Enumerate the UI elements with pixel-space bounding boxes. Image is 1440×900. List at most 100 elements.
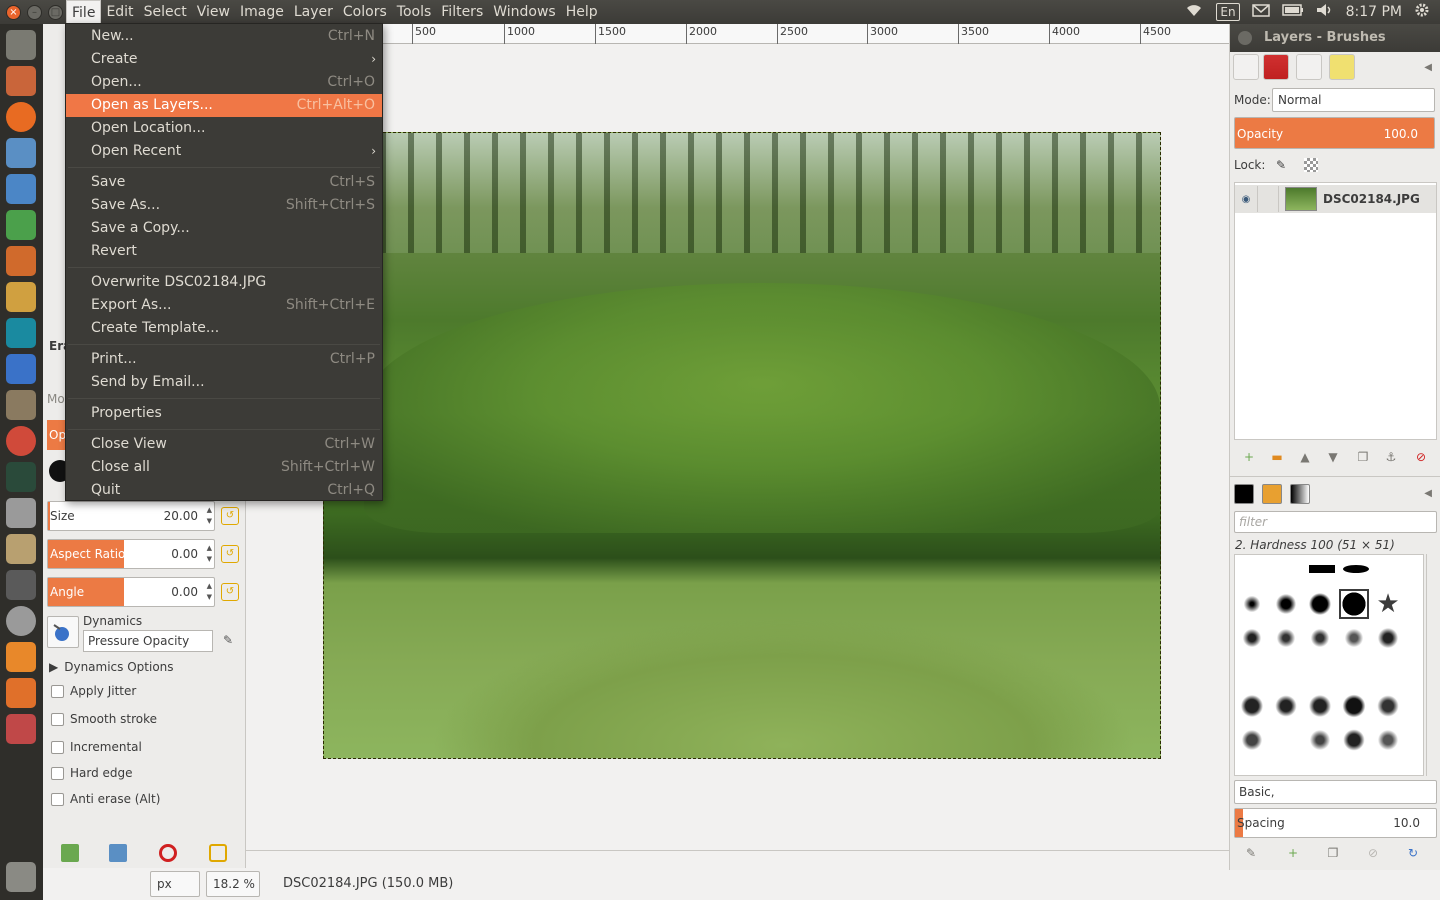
angle-spinner[interactable]: Angle 0.00 ▲ ▼ [47,577,215,607]
size-spinner[interactable]: Size 20.00 ▲ ▼ [47,501,215,531]
menu-view[interactable]: View [192,0,235,24]
brush-item[interactable] [1273,591,1299,617]
menu-item-print[interactable]: Print... Ctrl+P [66,348,382,371]
launcher-chat-icon[interactable] [6,138,36,168]
new-layer-icon[interactable]: + [1240,450,1258,468]
new-brush-icon[interactable]: + [1284,846,1302,864]
hard-edge-checkbox[interactable]: Hard edge [51,766,133,780]
menu-item-create[interactable]: Create › [66,48,382,71]
restore-options-icon[interactable] [109,844,127,862]
patterns-tab-icon[interactable] [1262,484,1282,504]
refresh-brushes-icon[interactable]: ↻ [1404,846,1422,864]
photo-garden-image[interactable] [323,132,1161,759]
brush-item[interactable] [1273,625,1299,651]
unit-select[interactable]: px [150,871,200,897]
launcher-draw-icon[interactable] [6,282,36,312]
layers-list[interactable]: ◉ DSC02184.JPG [1234,182,1437,440]
image-canvas-area[interactable]: 500 1000 1500 2000 2500 3000 3500 4000 4… [246,24,1229,860]
menu-image[interactable]: Image [235,0,289,24]
brush-item[interactable] [1307,591,1333,617]
menu-item-open-as-layers[interactable]: Open as Layers... Ctrl+Alt+O [66,94,382,117]
wifi-icon[interactable] [1184,3,1204,21]
brush-item[interactable] [1273,693,1299,719]
brush-item[interactable] [1309,565,1335,573]
volume-icon[interactable] [1316,3,1334,21]
layer-name[interactable]: DSC02184.JPG [1323,192,1420,206]
launcher-chrome-icon[interactable] [6,426,36,456]
new-layer-group-icon[interactable]: ▬ [1268,450,1286,468]
mail-icon[interactable] [1251,3,1270,21]
menu-filters[interactable]: Filters [436,0,488,24]
brush-item[interactable] [1307,727,1333,753]
settings-gear-icon[interactable] [1414,2,1430,22]
launcher-software-center-icon[interactable] [6,678,36,708]
menu-colors[interactable]: Colors [338,0,392,24]
anchor-layer-icon[interactable]: ⚓ [1382,450,1400,468]
window-close-button[interactable]: × [6,4,21,20]
raise-layer-icon[interactable]: ▲ [1296,450,1314,468]
brush-grid-scrollbar[interactable] [1426,554,1436,776]
brush-item[interactable] [1239,693,1265,719]
launcher-settings-icon[interactable] [6,354,36,384]
delete-layer-icon[interactable]: ⊘ [1412,450,1430,468]
brush-item[interactable] [1341,693,1367,719]
mode-select[interactable]: Normal [1272,88,1435,112]
launcher-gimp-icon[interactable] [6,390,36,420]
menu-tools[interactable]: Tools [392,0,437,24]
spacing-spinner[interactable]: Spacing 10.0 [1234,808,1437,838]
brush-grid[interactable]: ★ [1234,554,1424,776]
launcher-calculator-icon[interactable] [6,570,36,600]
star-brush-icon[interactable]: ★ [1375,591,1401,617]
brush-item[interactable] [1375,727,1401,753]
brushes-menu-icon[interactable]: ◀ [1424,488,1432,499]
launcher-firefox-icon[interactable] [6,102,36,132]
launcher-camera-icon[interactable] [6,498,36,528]
zoom-field[interactable]: 18.2 % [206,871,260,897]
angle-reset-button[interactable]: ↺ [221,583,239,601]
menu-item-save-as[interactable]: Save As... Shift+Ctrl+S [66,194,382,217]
checkbox-box[interactable] [51,684,64,698]
window-maximize-button[interactable]: □ [48,4,63,20]
delete-options-icon[interactable] [159,844,177,862]
brush-item[interactable] [1239,591,1265,617]
menu-item-overwrite[interactable]: Overwrite DSC02184.JPG [66,271,382,294]
menu-item-create-template[interactable]: Create Template... [66,317,382,340]
horizontal-scrollbar[interactable] [246,850,1229,860]
brush-tag-select[interactable]: Basic, [1234,780,1437,804]
launcher-disk-icon[interactable] [6,606,36,636]
launcher-files-icon[interactable] [6,66,36,96]
dynamics-icon[interactable] [47,616,79,648]
checkbox-box[interactable] [51,792,64,806]
edit-dynamics-icon[interactable]: ✎ [223,633,239,649]
delete-brush-icon[interactable]: ⊘ [1364,846,1382,864]
size-reset-button[interactable]: ↺ [221,507,239,525]
brush-item[interactable] [1239,625,1265,651]
lower-layer-icon[interactable]: ▼ [1324,450,1342,468]
menu-item-open[interactable]: Open... Ctrl+O [66,71,382,94]
menu-edit[interactable]: Edit [101,0,138,24]
channels-tab-icon[interactable] [1263,54,1289,80]
undo-history-tab-icon[interactable] [1329,54,1355,80]
launcher-trash-icon[interactable] [6,862,36,892]
menu-item-export-as[interactable]: Export As... Shift+Ctrl+E [66,294,382,317]
menu-item-save-copy[interactable]: Save a Copy... [66,217,382,240]
aspect-ratio-reset-button[interactable]: ↺ [221,545,239,563]
gradients-tab-icon[interactable] [1290,484,1310,504]
dock-close-button[interactable] [1238,31,1252,45]
menu-item-close-all[interactable]: Close all Shift+Ctrl+W [66,456,382,479]
launcher-impress-icon[interactable] [6,246,36,276]
menu-layer[interactable]: Layer [289,0,338,24]
brush-item[interactable] [1341,625,1367,651]
keyboard-layout-indicator[interactable]: En [1216,3,1240,21]
menu-item-new[interactable]: New... Ctrl+N [66,25,382,48]
brush-item[interactable] [1375,625,1401,651]
edit-brush-icon[interactable]: ✎ [1242,846,1260,864]
opacity-spinner[interactable]: Opacity 100.0 [1234,117,1435,149]
spinner-arrows[interactable]: ▲ ▼ [207,581,212,603]
lock-pixels-icon[interactable]: ✎ [1276,158,1290,172]
brush-item[interactable] [1307,693,1333,719]
menu-item-open-recent[interactable]: Open Recent › [66,140,382,163]
visibility-eye-icon[interactable]: ◉ [1235,194,1257,205]
chain-link-toggle[interactable] [1257,186,1279,212]
spinner-arrows[interactable]: ▲ ▼ [207,505,212,527]
